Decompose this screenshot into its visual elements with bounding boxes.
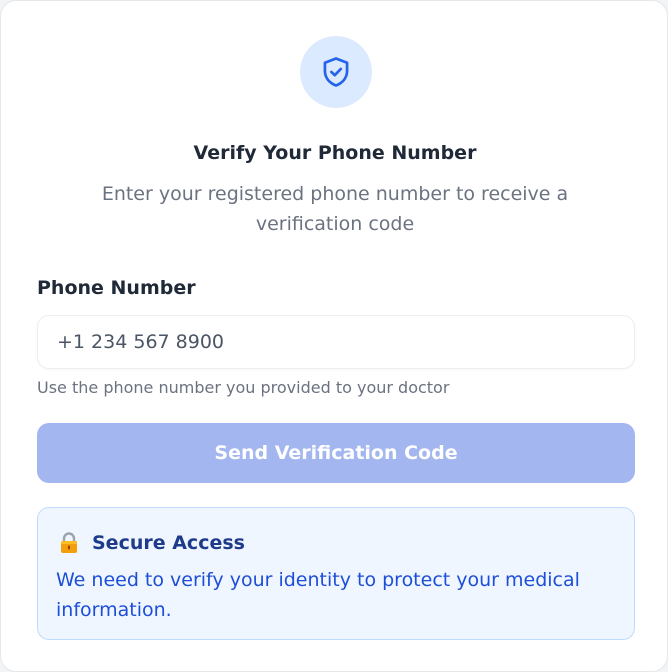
page-title: Verify Your Phone Number — [193, 142, 477, 164]
send-verification-code-button[interactable]: Send Verification Code — [37, 423, 635, 483]
phone-number-label: Phone Number — [37, 277, 196, 299]
info-title: Secure Access — [92, 532, 245, 554]
secure-access-info-box: Secure Access We need to verify your ide… — [37, 507, 635, 640]
page-subtitle: Enter your registered phone number to re… — [101, 183, 569, 235]
phone-number-input[interactable] — [37, 315, 635, 369]
shield-check-icon — [323, 57, 349, 87]
shield-icon-circle — [300, 36, 372, 108]
info-header: Secure Access — [58, 532, 245, 554]
phone-number-hint: Use the phone number you provided to you… — [37, 378, 450, 397]
verification-card: Verify Your Phone Number Enter your regi… — [0, 0, 668, 672]
info-text: We need to verify your identity to prote… — [56, 569, 580, 621]
lock-icon — [58, 532, 80, 554]
